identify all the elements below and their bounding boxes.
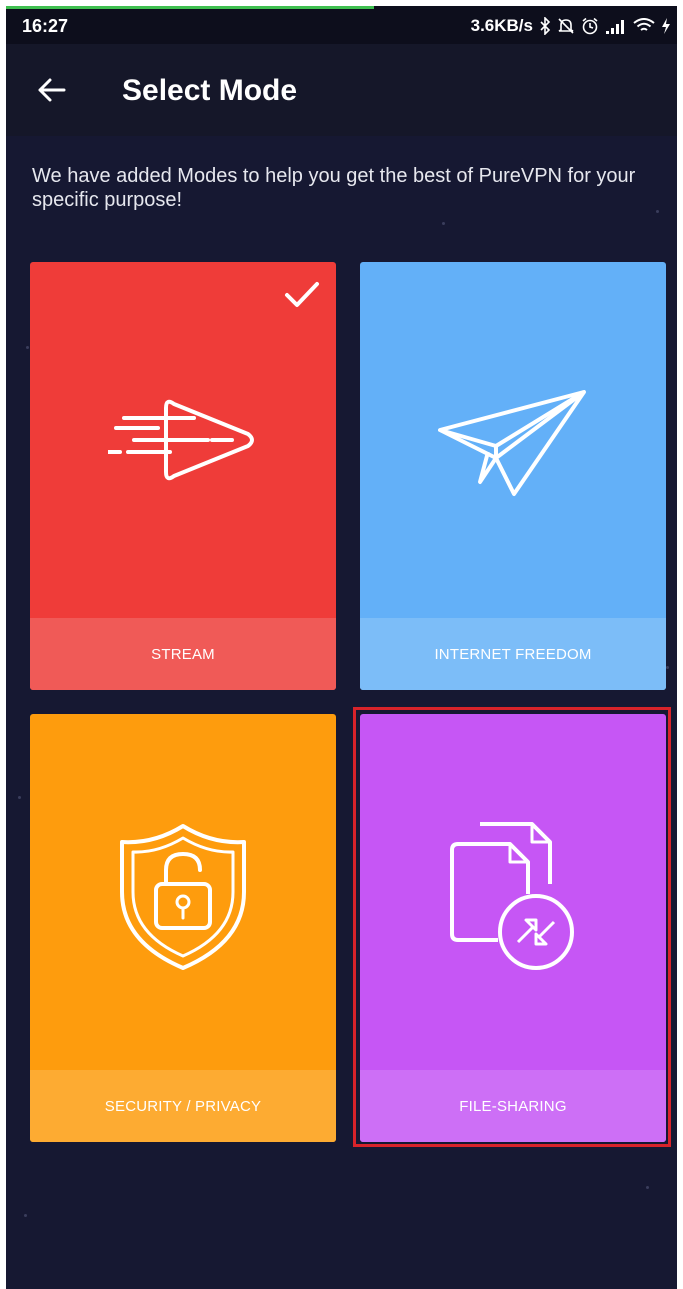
background-dot: [646, 1186, 649, 1189]
mode-label: FILE-SHARING: [360, 1070, 666, 1142]
back-button[interactable]: [34, 72, 70, 108]
mode-card-security-privacy[interactable]: SECURITY / PRIVACY: [30, 714, 336, 1142]
status-bar: 16:27 3.6KB/s: [6, 6, 677, 44]
mode-card-internet-freedom[interactable]: INTERNET FREEDOM: [360, 262, 666, 690]
file-transfer-icon: [450, 822, 574, 970]
app-screen: 16:27 3.6KB/s Select Mode We have added …: [6, 6, 677, 1289]
background-dot: [26, 346, 29, 349]
background-dot: [666, 666, 669, 669]
background-dot: [24, 1214, 27, 1217]
status-time: 16:27: [22, 16, 69, 36]
wifi-icon: [633, 18, 655, 31]
mode-label: SECURITY / PRIVACY: [30, 1070, 336, 1142]
mode-card-stream[interactable]: STREAM: [30, 262, 336, 690]
page-load-bar: [6, 6, 374, 9]
status-icons: 3.6KB/s: [471, 16, 671, 36]
mode-label: INTERNET FREEDOM: [360, 618, 666, 690]
alarm-icon: [582, 17, 598, 35]
arrow-left-icon: [38, 78, 66, 102]
checkmark-icon: [285, 282, 319, 307]
mode-card-file-sharing[interactable]: FILE-SHARING: [360, 714, 666, 1142]
paper-plane-icon: [438, 390, 586, 496]
background-dot: [442, 222, 445, 225]
net-speed: 3.6KB/s: [470, 16, 533, 35]
muted-bell-icon: [558, 18, 574, 34]
signal-icon: [606, 20, 624, 34]
shield-lock-icon: [120, 824, 246, 970]
background-dot: [18, 796, 21, 799]
bluetooth-icon: [540, 17, 551, 35]
mode-label: STREAM: [30, 618, 336, 690]
play-speed-icon: [108, 399, 254, 481]
page-title: Select Mode: [122, 74, 298, 107]
charging-icon: [662, 18, 670, 34]
description-text: We have added Modes to help you get the …: [32, 165, 636, 211]
app-bar: Select Mode: [6, 44, 677, 136]
